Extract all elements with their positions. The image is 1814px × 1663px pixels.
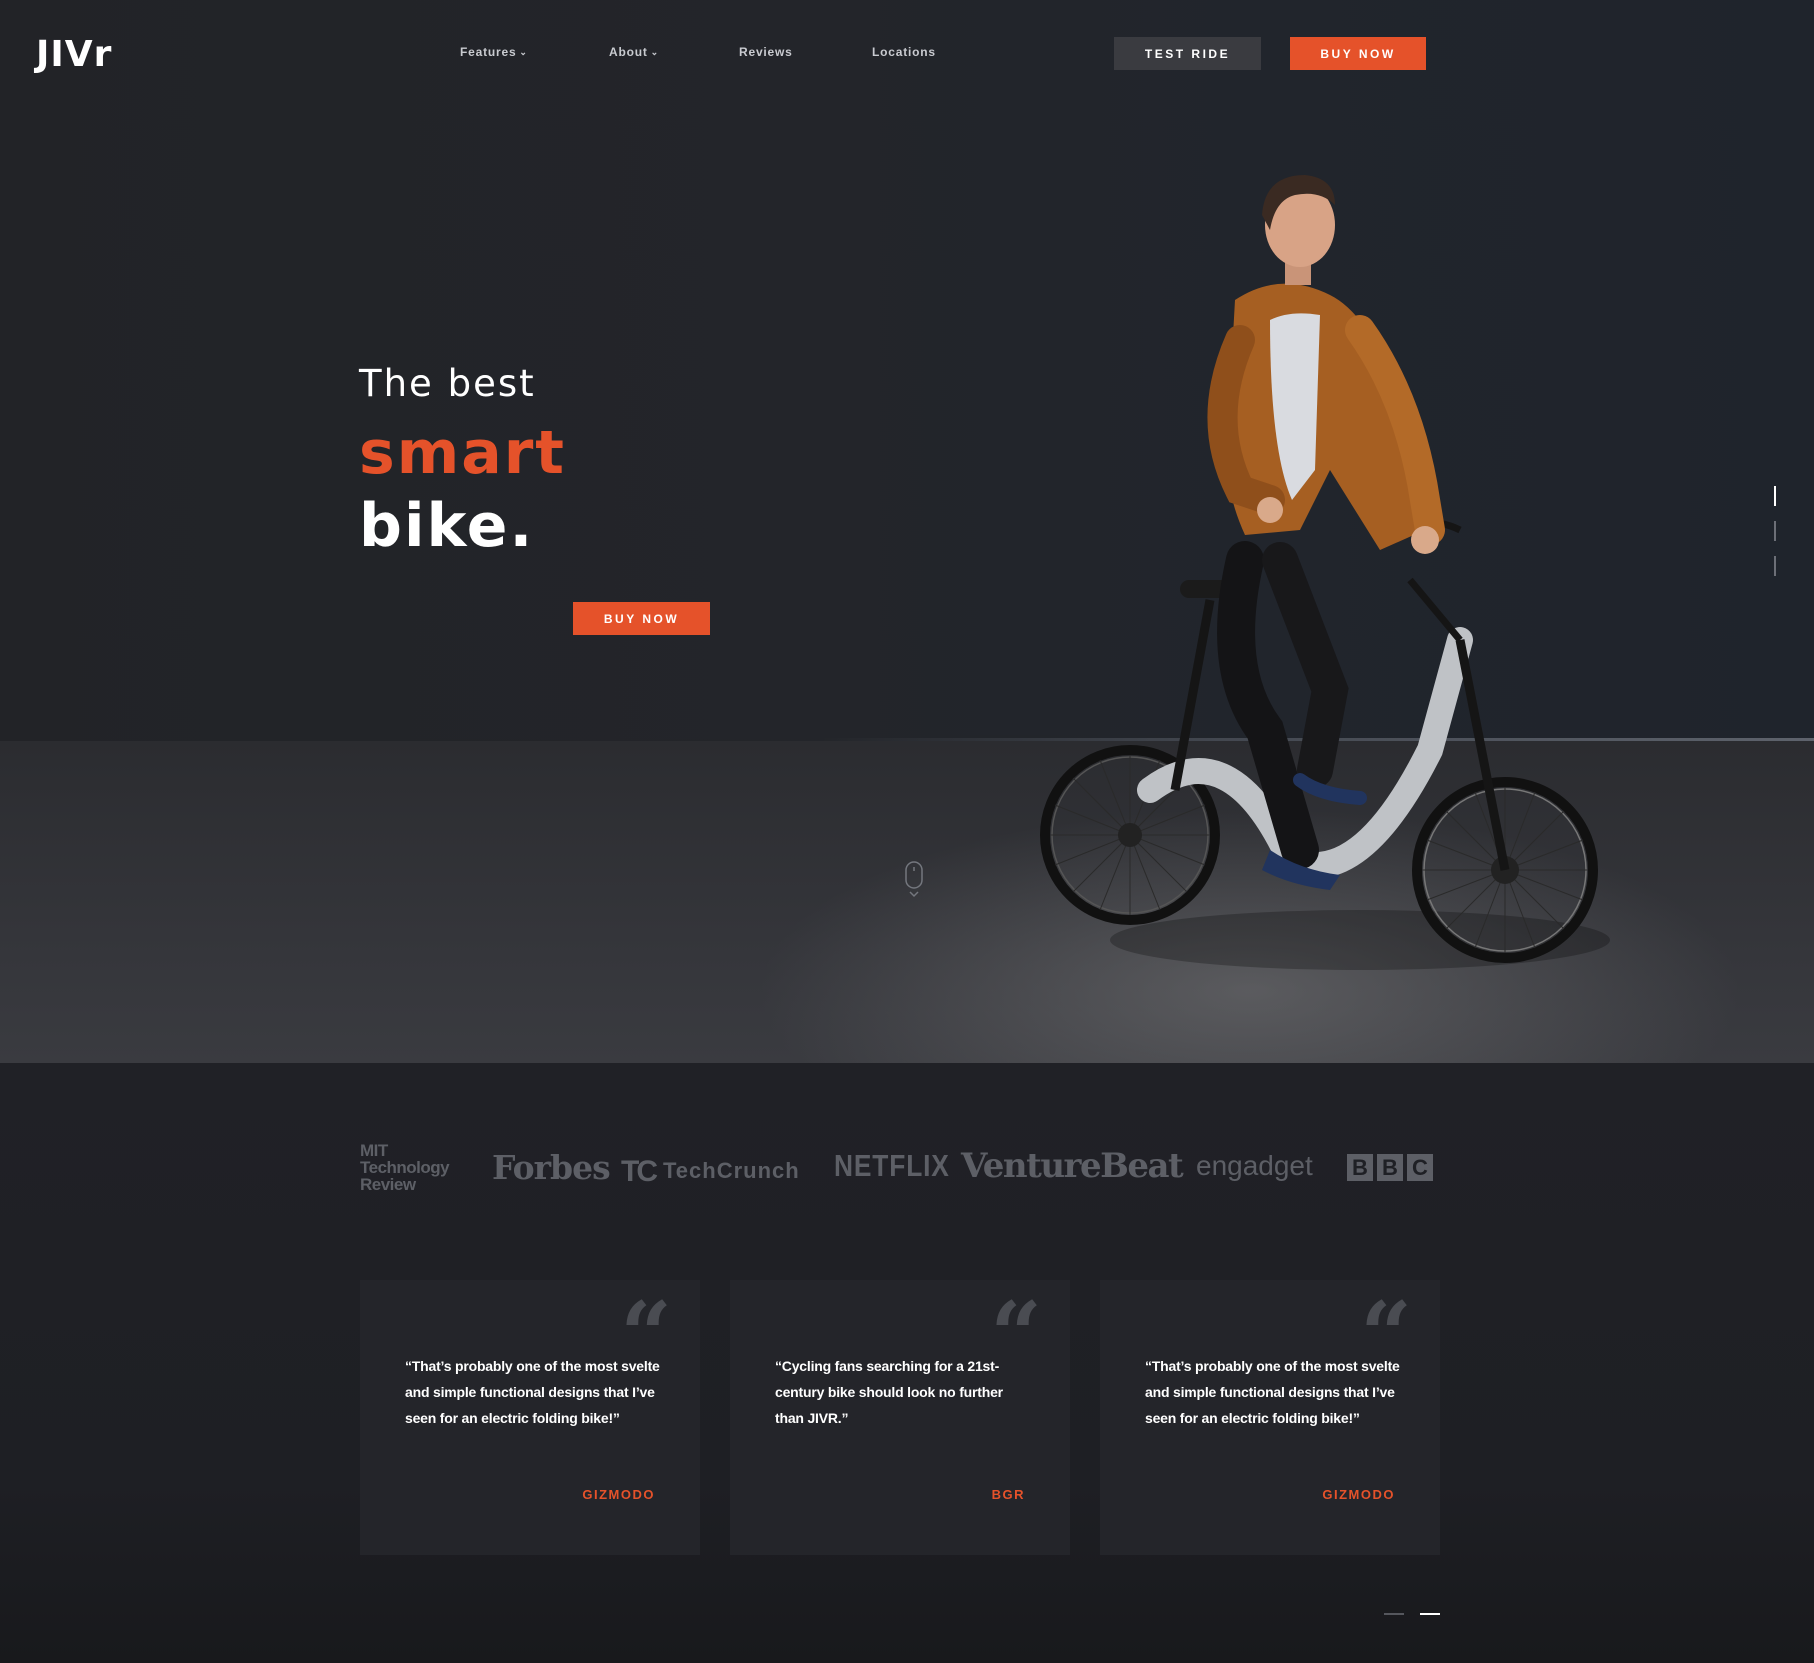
testimonial-quote: “Cycling fans searching for a 21st-centu… (775, 1358, 1003, 1426)
press-logos: MIT Technology Review Forbes TC TechCrunch … (0, 1138, 1814, 1198)
slide-indicator-bar[interactable] (1774, 556, 1776, 576)
test-ride-button[interactable]: TEST RIDE (1114, 37, 1261, 70)
nav-item-label: About (609, 45, 648, 59)
bbc-logo: BBC (1347, 1154, 1433, 1181)
testimonial-source: GIZMODO (582, 1487, 655, 1502)
hero-image (1040, 175, 1610, 970)
mouse-scroll-icon[interactable] (905, 861, 923, 899)
techcrunch-logo: TC TechCrunch (621, 1155, 800, 1188)
buy-now-button[interactable]: BUY NOW (1290, 37, 1426, 70)
nav-item-label: Locations (872, 45, 936, 59)
testimonial-card: “ “Cycling fans searching for a 21st-cen… (730, 1280, 1070, 1555)
venturebeat-logo: VentureBeat (961, 1146, 1184, 1186)
testimonial-card: “ “That’s probably one of the most svelt… (360, 1280, 700, 1555)
hero-headline-accent: smart (359, 418, 566, 488)
nav-item-features[interactable]: Features ⌄ (460, 45, 528, 59)
mit-technology-review-logo: MIT Technology Review (360, 1141, 450, 1194)
nav-item-label: Features (460, 45, 517, 59)
chevron-down-icon: ⌄ (650, 47, 659, 57)
hero-buy-now-button[interactable]: BUY NOW (573, 602, 710, 635)
slide-indicator-bar[interactable] (1774, 521, 1776, 541)
testimonial-source: BGR (991, 1487, 1025, 1502)
nav-item-about[interactable]: About ⌄ (609, 45, 659, 59)
hero-headline-line3: bike. (359, 491, 535, 561)
slide-indicator-bar-active[interactable] (1774, 486, 1776, 506)
testimonial-quote: “That’s probably one of the most svelte … (405, 1358, 660, 1426)
testimonial-card: “ “That’s probably one of the most svelt… (1100, 1280, 1440, 1555)
nav-item-label: Reviews (739, 45, 793, 59)
chevron-down-icon: ⌄ (519, 47, 528, 57)
testimonial-quote: “That’s probably one of the most svelte … (1145, 1358, 1400, 1426)
pager-dot[interactable] (1384, 1613, 1404, 1615)
netflix-logo: NETFLIX (834, 1148, 950, 1183)
hero-headline-line1: The best (359, 362, 536, 405)
engadget-logo: engadget (1196, 1150, 1313, 1181)
forbes-logo: Forbes (492, 1148, 611, 1187)
pager-dot-active[interactable] (1420, 1613, 1440, 1615)
nav-item-reviews[interactable]: Reviews (739, 45, 793, 59)
hero-section: JIVr Features ⌄ About ⌄ Reviews Locations … (0, 0, 1814, 1063)
brand-logo[interactable]: JIVr (36, 34, 112, 75)
testimonial-pager (1384, 1613, 1442, 1617)
slide-indicator (1774, 486, 1778, 576)
nav-item-locations[interactable]: Locations (872, 45, 936, 59)
testimonial-source: GIZMODO (1322, 1487, 1395, 1502)
